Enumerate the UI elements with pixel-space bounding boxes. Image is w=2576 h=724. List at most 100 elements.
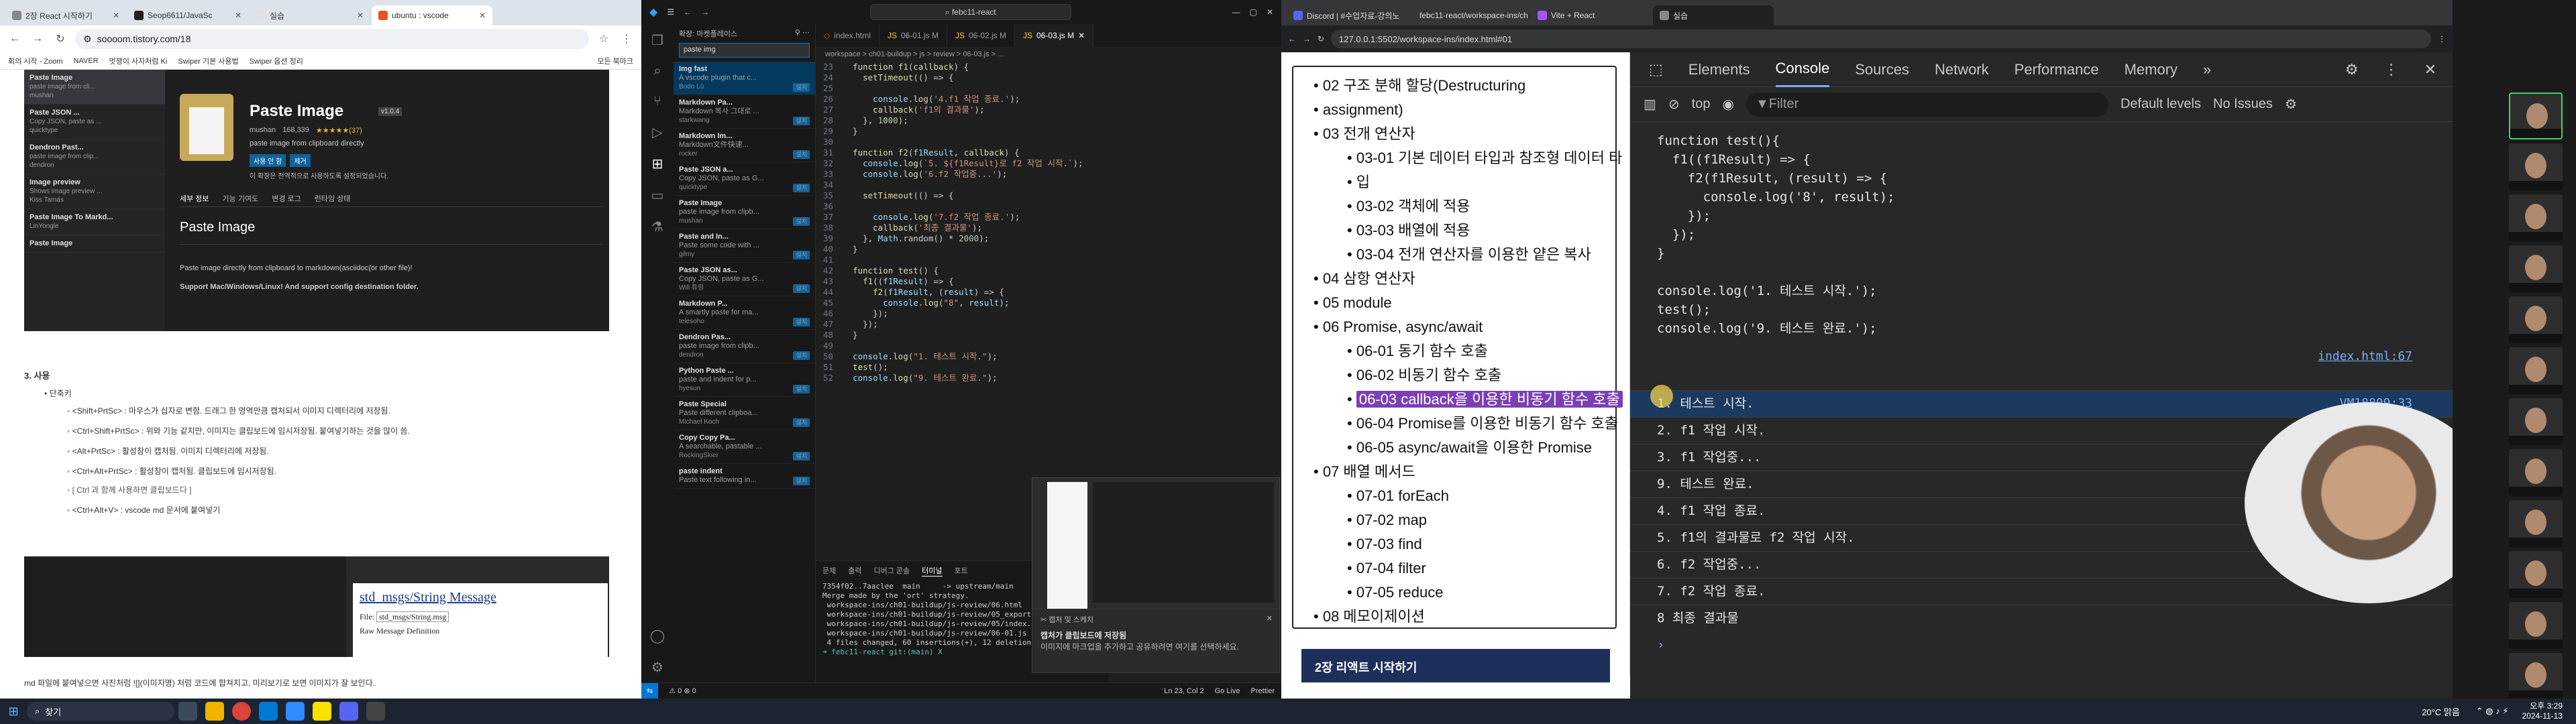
toc-link[interactable]: • 02 구조 분해 할당(Destructuring (1313, 76, 1525, 95)
toc-link[interactable]: • 07-03 find (1347, 535, 1422, 554)
prettier-status[interactable]: Prettier (1251, 687, 1275, 695)
install-button[interactable]: 설치 (793, 318, 810, 326)
list-item[interactable]: Markdown Pa... Markdown 복사 그대로 ... starkwa… (674, 95, 815, 129)
participant-tile[interactable] (2509, 653, 2563, 700)
participant-tile[interactable] (2509, 245, 2563, 292)
reload-icon[interactable]: ↻ (52, 32, 68, 46)
participant-tile[interactable] (2509, 551, 2563, 598)
tray-icons[interactable]: ⌃ ◍ ♪ ⚡ (2476, 706, 2509, 717)
discord-taskbar-icon[interactable] (339, 702, 358, 721)
participant-tile[interactable] (2509, 347, 2563, 394)
install-button[interactable]: 설치 (793, 477, 810, 485)
breadcrumb[interactable]: workspace > ch01-buildup > js > review >… (816, 47, 1281, 62)
toc-link[interactable]: • 03-03 배열에 적용 (1347, 221, 1470, 240)
zoom-icon[interactable] (286, 702, 305, 721)
sidebar-toggle-icon[interactable]: ▥ (1644, 96, 1656, 113)
list-item[interactable]: Paste JSON as... Copy JSON, paste as G...… (674, 263, 815, 296)
participant-tile[interactable] (2509, 449, 2563, 496)
install-button[interactable]: 설치 (793, 351, 810, 360)
minimize-icon[interactable]: — (1232, 7, 1240, 17)
toc-link[interactable]: • 07 배열 메서드 (1313, 463, 1415, 481)
install-button[interactable]: 설치 (793, 117, 810, 125)
install-button[interactable]: 설치 (793, 251, 810, 259)
log-levels-select[interactable]: Default levels (2121, 97, 2201, 112)
list-item[interactable]: Dendron Pas... paste image from clipb... d… (674, 330, 815, 363)
address-bar[interactable]: ⚙ soooom.tistory.com/18 (75, 29, 589, 49)
maximize-icon[interactable]: ▢ (1250, 7, 1257, 17)
tab-ports[interactable]: 포트 (955, 566, 968, 577)
close-icon[interactable]: ✕ (1267, 7, 1273, 17)
tab-output[interactable]: 출력 (848, 566, 861, 577)
close-icon[interactable]: ✕ (479, 11, 486, 20)
install-button[interactable]: 설치 (793, 452, 810, 461)
forward-icon[interactable]: → (30, 33, 46, 45)
participant-tile[interactable] (2509, 194, 2563, 241)
list-item[interactable]: Python Paste ... paste and indent for p..… (674, 363, 815, 397)
extension-search-input[interactable]: paste img (679, 43, 810, 58)
clock[interactable]: 오후 3:29 2024-11-13 (2522, 701, 2563, 721)
eye-icon[interactable]: ◉ (1722, 96, 1733, 113)
toc-link[interactable]: • 06 Promise, async/await (1313, 318, 1483, 337)
toc-link[interactable]: • 06-03 callback을 이용한 비동기 함수 호출 (1347, 390, 1623, 409)
browser-tab[interactable]: febc11-react/workspace-ins/ch (1409, 5, 1529, 25)
toc-link[interactable]: • 03 전개 연산자 (1313, 125, 1415, 143)
editor-tab-active[interactable]: JS 06-03.js M ✕ (1015, 24, 1094, 47)
taskbar-search[interactable]: ⌕ 찾기 (27, 702, 174, 721)
remote-indicator[interactable]: ⇆ (641, 682, 659, 699)
toc-link[interactable]: • 03-01 기본 데이터 타입과 참조형 데이터 타 (1347, 149, 1622, 168)
install-button[interactable]: 설치 (793, 418, 810, 427)
tab-contributions[interactable]: 기능 기여도 (223, 193, 259, 204)
toc-link[interactable]: • 07-04 filter (1347, 559, 1426, 578)
toc-link[interactable]: • 05 module (1313, 294, 1392, 312)
settings-gear-icon[interactable]: ⚙ (2285, 96, 2297, 113)
install-button[interactable]: 설치 (793, 184, 810, 192)
browser-tab[interactable]: Vite + React (1531, 5, 1652, 25)
problems-count[interactable]: ⚠ 0 ⊗ 0 (669, 686, 696, 695)
account-icon[interactable]: ◯ (650, 627, 665, 644)
close-icon[interactable]: ✕ (113, 11, 119, 20)
participant-tile[interactable] (2509, 500, 2563, 547)
install-button[interactable]: 설치 (793, 385, 810, 394)
list-item[interactable]: Markdown Im... Markdown文件快速... rocker 설치 (674, 129, 815, 162)
cursor-position[interactable]: Ln 23, Col 2 (1164, 687, 1203, 695)
participant-tile[interactable] (2509, 296, 2563, 343)
toc-link[interactable]: • 06-01 동기 함수 호출 (1347, 342, 1488, 361)
issues-button[interactable]: No Issues (2213, 97, 2273, 112)
uninstall-button[interactable]: 제거 (290, 154, 311, 167)
forward-icon[interactable]: → (1303, 34, 1311, 44)
tab-debug-console[interactable]: 디버그 콘솔 (874, 566, 910, 577)
run-debug-icon[interactable]: ▷ (652, 124, 662, 141)
toc-link[interactable]: • assignment) (1313, 101, 1403, 119)
participant-tile[interactable] (2509, 143, 2563, 190)
menu-icon[interactable]: ⋮ (2384, 61, 2399, 78)
toc-link[interactable]: • 07-05 reduce (1347, 583, 1443, 602)
bookmark[interactable]: 멋쟁이 사자처럼 Ki (109, 56, 168, 66)
context-select[interactable]: top (1692, 97, 1711, 112)
tab-network[interactable]: Network (1935, 61, 1989, 78)
bookmark[interactable]: 회의 시작 - Zoom (8, 56, 62, 66)
snip-notification[interactable]: ✂ 캡처 및 스케치 ✕ 캡처가 클립보드에 저장됨 이미지에 마크업을 추가하고… (1032, 609, 1280, 673)
extensions-icon[interactable]: ⊞ (652, 156, 663, 172)
windows-start-icon[interactable]: ⊞ (4, 702, 23, 721)
testing-icon[interactable]: ⚗ (651, 219, 663, 235)
tab-runtime[interactable]: 런타임 상태 (315, 193, 351, 204)
toc-link[interactable]: • 06-02 비동기 함수 호출 (1347, 366, 1501, 385)
widget-icon[interactable] (178, 702, 197, 721)
clear-console-icon[interactable]: ⊘ (1668, 96, 1680, 113)
close-icon[interactable]: ✕ (1267, 613, 1273, 625)
browser-tab[interactable]: Seop6611/JavaSc ✕ (127, 5, 248, 25)
tab-elements[interactable]: Elements (1688, 61, 1750, 78)
list-item[interactable]: Paste and In... Paste some code with ... g… (674, 229, 815, 263)
close-icon[interactable]: ✕ (357, 11, 364, 20)
go-live[interactable]: Go Live (1215, 687, 1240, 695)
list-item[interactable]: paste indent Paste text following in... 설치 (674, 464, 815, 489)
more-tabs-icon[interactable]: » (2203, 61, 2211, 78)
vscode-taskbar-icon[interactable] (259, 702, 278, 721)
editor-tab[interactable]: ◇ index.html (816, 24, 879, 47)
tab-console[interactable]: Console (1775, 52, 1830, 87)
filter-icon[interactable]: ⚲ ⋯ (795, 28, 810, 39)
install-button[interactable]: 설치 (793, 217, 810, 226)
tab-terminal[interactable]: 터미널 (922, 566, 943, 577)
source-control-icon[interactable]: ⑂ (653, 94, 661, 109)
close-icon[interactable]: ✕ (235, 11, 241, 20)
